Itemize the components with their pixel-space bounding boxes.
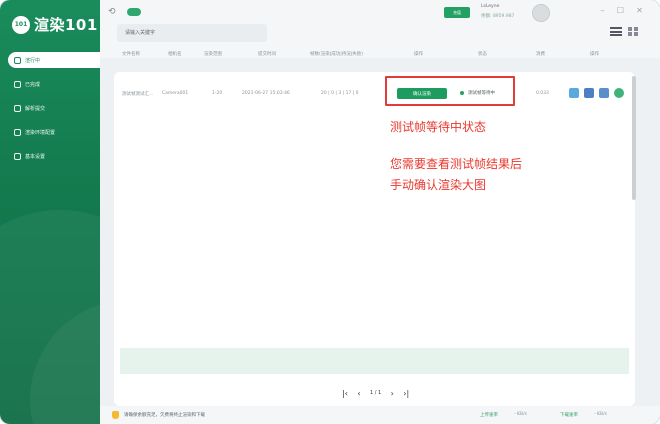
download-speed-value: - KB/s bbox=[594, 412, 607, 417]
sidebar-item-completed[interactable]: 已完成 bbox=[8, 76, 100, 92]
statusbar: 请确保余额充足，欠费将终止渲染和下载 上传速率 - KB/s 下载速率 - KB… bbox=[100, 406, 660, 424]
vertical-scrollbar[interactable] bbox=[632, 76, 636, 200]
search-input[interactable] bbox=[117, 24, 267, 42]
table-header: 文件名称 相机名 渲染范围 提交时间 帧数(渲染|成功|待渲|失败) 操作 状态… bbox=[100, 48, 645, 62]
sidebar-nav: 渲行中 已完成 解析提交 渲染环境配置 基本设置 bbox=[8, 52, 100, 172]
last-page-button[interactable]: ›| bbox=[399, 389, 413, 398]
sidebar-item-render-env[interactable]: 渲染环境配置 bbox=[8, 124, 100, 140]
column-header: 操作 bbox=[414, 52, 423, 57]
sidebar-item-settings[interactable]: 基本设置 bbox=[8, 148, 100, 164]
column-header: 帧数(渲染|成功|待渲|失败) bbox=[310, 52, 364, 57]
column-header: 相机名 bbox=[168, 52, 182, 57]
logo-text: 渲染101 bbox=[34, 16, 98, 34]
grid-view-icon[interactable] bbox=[628, 27, 638, 36]
logo-icon: 101 bbox=[12, 15, 30, 34]
link-icon[interactable]: ⟲ bbox=[108, 7, 118, 17]
rendering-icon bbox=[14, 56, 21, 64]
completed-icon bbox=[14, 80, 21, 88]
cell-file-name: 测试帧测试汇... bbox=[122, 92, 154, 97]
sidebar-item-label: 解析提交 bbox=[25, 105, 46, 112]
table-footer-band bbox=[120, 348, 629, 374]
column-header: 渲染范围 bbox=[204, 52, 222, 57]
download-speed-label: 下载速率 bbox=[560, 413, 578, 418]
annotation-line: 您需要查看测试帧结果后 bbox=[390, 157, 523, 171]
submit-icon bbox=[14, 104, 21, 112]
upload-speed-label: 上传速率 bbox=[480, 413, 498, 418]
sidebar-item-label: 渲行中 bbox=[25, 57, 41, 64]
column-header: 消费 bbox=[536, 52, 545, 57]
maximize-button[interactable]: ☐ bbox=[616, 6, 625, 15]
thumb-icon bbox=[112, 411, 119, 419]
user-balance: 余额: 8959.987 bbox=[481, 14, 515, 19]
list-view-icon[interactable] bbox=[610, 27, 622, 36]
preview-icon[interactable] bbox=[569, 88, 579, 98]
next-page-button[interactable]: › bbox=[385, 389, 399, 398]
upload-speed-value: - KB/s bbox=[514, 412, 527, 417]
cloud-icon[interactable] bbox=[127, 8, 141, 16]
app-window: 101 渲染101 渲行中 已完成 解析提交 渲染环境配置 基本设置 ⟲ 请输入… bbox=[0, 0, 660, 424]
sidebar-item-rendering[interactable]: 渲行中 bbox=[8, 52, 100, 68]
table-row[interactable]: 测试帧测试汇... Camera001 1-20 2021-06-27 15:0… bbox=[114, 81, 635, 107]
balance-tip: 请确保余额充足，欠费将终止渲染和下载 bbox=[124, 413, 205, 418]
task-list-panel: 测试帧测试汇... Camera001 1-20 2021-06-27 15:0… bbox=[114, 72, 635, 406]
annotation-line: 测试帧等待中状态 bbox=[390, 120, 487, 134]
cell-cost: 0.033 bbox=[536, 91, 549, 96]
cell-camera: Camera001 bbox=[162, 91, 189, 96]
column-header: 文件名称 bbox=[122, 52, 140, 57]
highlight-box bbox=[385, 76, 515, 106]
recharge-button[interactable]: 充值 bbox=[444, 7, 470, 18]
sidebar: 101 渲染101 渲行中 已完成 解析提交 渲染环境配置 基本设置 bbox=[0, 0, 100, 424]
logo: 101 渲染101 bbox=[12, 14, 98, 35]
sidebar-item-analyze-submit[interactable]: 解析提交 bbox=[8, 100, 100, 116]
download-icon[interactable] bbox=[584, 88, 594, 98]
column-header: 操作 bbox=[590, 52, 599, 57]
pagination: |‹ ‹ 1 / 1 › ›| bbox=[338, 387, 413, 399]
detail-icon[interactable] bbox=[599, 88, 609, 98]
cell-range: 1-20 bbox=[212, 91, 223, 96]
cell-frames: 20 | 0 | 3 | 17 | 0 bbox=[321, 91, 359, 96]
sidebar-item-label: 渲染环境配置 bbox=[25, 129, 56, 136]
column-header: 状态 bbox=[478, 52, 487, 57]
sidebar-item-label: 已完成 bbox=[25, 81, 41, 88]
cell-submit-time: 2021-06-27 15:03:46 bbox=[242, 91, 290, 96]
avatar[interactable] bbox=[532, 4, 550, 22]
column-header: 提交时间 bbox=[258, 52, 276, 57]
more-icon[interactable] bbox=[614, 88, 624, 98]
prev-page-button[interactable]: ‹ bbox=[352, 389, 366, 398]
sidebar-item-label: 基本设置 bbox=[25, 153, 46, 160]
page-indicator: 1 / 1 bbox=[370, 390, 382, 396]
environment-icon bbox=[14, 128, 21, 136]
user-name: LsLeyne bbox=[481, 4, 500, 9]
settings-icon bbox=[14, 152, 21, 160]
first-page-button[interactable]: |‹ bbox=[338, 389, 352, 398]
minimize-button[interactable]: – bbox=[598, 6, 607, 15]
annotation-line: 手动确认渲染大图 bbox=[390, 178, 487, 192]
close-button[interactable]: ✕ bbox=[635, 6, 644, 15]
